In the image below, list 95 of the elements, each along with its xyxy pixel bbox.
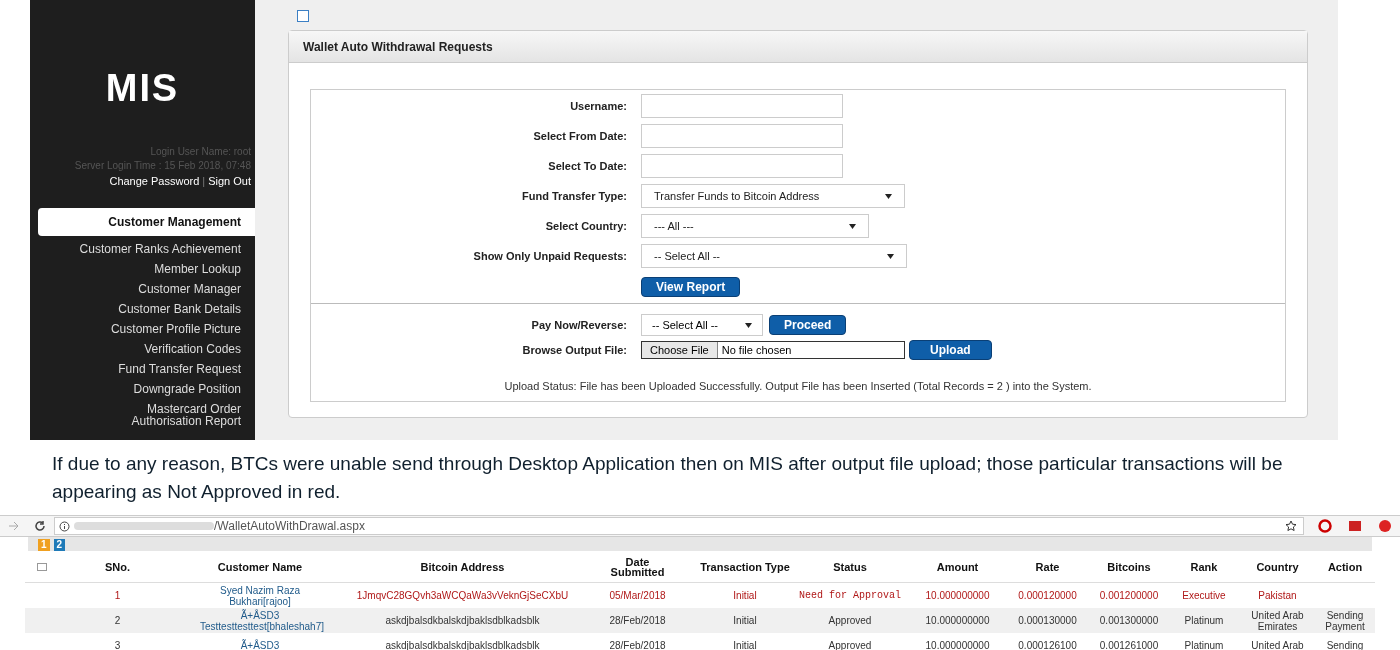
column-header: Rank — [1189, 561, 1219, 572]
sidebar-item[interactable]: Customer Manager — [38, 278, 255, 299]
field-label: Fund Transfer Type: — [521, 188, 627, 204]
checkbox[interactable] — [297, 10, 309, 22]
sidebar-item[interactable]: Mastercard Order Authorisation Report — [38, 398, 255, 431]
sidebar-item[interactable]: Customer Management — [38, 207, 255, 236]
field-label: Browse Output File: — [521, 342, 627, 358]
table-cell-text: 10.000000000 — [924, 640, 991, 650]
table-cell-text: Sending Payment — [1324, 609, 1366, 632]
table-cell-text: 2 — [113, 615, 122, 626]
column-header: Customer Name — [216, 561, 304, 572]
dropdown-arrow-icon — [887, 253, 894, 259]
extension-icon[interactable] — [1378, 519, 1392, 533]
table-cell-text: Syed Nazim Raza Bukhari[rajoo] — [219, 584, 301, 607]
column-header: Status — [832, 561, 868, 572]
column-header: Amount — [935, 561, 980, 572]
field-label: Select Country: — [544, 218, 627, 234]
table-cell-text: 0.001261000 — [1098, 640, 1160, 650]
table-cell-text: 28/Feb/2018 — [608, 640, 667, 650]
caption-text: If due to any reason, BTCs were unable send through Desktop Application then on MIS after output file upload; those particular transactions will be appearing as Not Approved in red. — [51, 452, 1284, 504]
table-cell-text: askdjbalsdkbalskdjbaklsdblkadsblk — [384, 615, 541, 626]
column-header: Date Submitted — [609, 556, 666, 577]
forward-arrow-icon[interactable] — [8, 521, 20, 531]
table-cell-text: 3 — [113, 640, 122, 650]
account-link[interactable]: Change Password — [109, 173, 200, 190]
dropdown[interactable]: -- Select All -- — [641, 314, 763, 336]
field-label: Select To Date: — [547, 158, 627, 174]
sidebar-item[interactable]: Fund Transfer Request — [38, 358, 255, 379]
sidebar-item[interactable]: Member Lookup — [38, 258, 255, 279]
dropdown-arrow-icon — [885, 193, 892, 199]
extension-icon[interactable] — [1348, 520, 1362, 532]
table-cell-text: United Arab — [1250, 640, 1305, 650]
table-cell-text: 10.000000000 — [924, 615, 991, 626]
column-header: SNo. — [103, 561, 132, 572]
sidebar-item[interactable]: Customer Ranks Achievement — [38, 238, 255, 259]
star-icon[interactable] — [1285, 520, 1297, 532]
reload-icon[interactable] — [34, 520, 46, 532]
account-link[interactable]: Sign Out — [208, 173, 251, 190]
table-cell-text: Executive — [1181, 590, 1227, 601]
table-cell-text: Initial — [732, 640, 758, 650]
dropdown-arrow-icon — [745, 322, 752, 328]
table-cell-text: 0.000126100 — [1017, 640, 1078, 650]
url-field[interactable]: /WalletAutoWithDrawal.aspx — [54, 517, 1304, 535]
field-label: Select From Date: — [532, 128, 627, 144]
dropdown[interactable]: Transfer Funds to Bitcoin Address — [641, 184, 905, 208]
field-label: Pay Now/Reverse: — [530, 317, 627, 333]
sidebar-item[interactable]: Customer Profile Picture — [38, 318, 255, 339]
column-header: Country — [1255, 561, 1300, 572]
table-cell-text: 10.000000000 — [924, 590, 991, 601]
extension-icon[interactable] — [1318, 519, 1332, 533]
file-input[interactable]: Choose File No file chosen — [641, 341, 905, 359]
field-label: Username: — [569, 98, 627, 114]
checkbox[interactable] — [37, 562, 47, 571]
table-cell-text: Need for Approval — [798, 590, 902, 601]
view-report-button[interactable]: View Report — [641, 277, 741, 297]
table-cell-text: Initial — [732, 590, 758, 601]
separator-text: | — [202, 174, 206, 189]
dropdown[interactable]: --- All --- — [641, 214, 869, 238]
table-cell-text: 1 — [113, 590, 122, 601]
table-cell-text: 0.001200000 — [1098, 590, 1160, 601]
table-cell-text: Platinum — [1183, 640, 1225, 650]
text-input[interactable] — [641, 154, 843, 178]
table-cell-text: 28/Feb/2018 — [608, 615, 667, 626]
logo-text: MIS — [105, 66, 180, 111]
column-header: Bitcoins — [1106, 561, 1152, 572]
sidebar-item[interactable]: Customer Bank Details — [38, 298, 255, 319]
proceed-button[interactable]: Proceed — [769, 315, 847, 335]
table-cell-text: 0.000130000 — [1017, 615, 1078, 626]
page-link[interactable]: 2 — [53, 539, 66, 551]
panel-title: Wallet Auto Withdrawal Requests — [289, 31, 1307, 63]
table-cell-text: Platinum — [1183, 615, 1225, 626]
column-header: Rate — [1034, 561, 1061, 572]
table-cell-text: 0.001300000 — [1098, 615, 1160, 626]
table-cell-text: Initial — [732, 615, 758, 626]
column-header: Transaction Type — [700, 561, 790, 572]
dropdown-arrow-icon — [849, 223, 856, 229]
info-icon — [59, 520, 70, 532]
table-cell-text: Ã+ÅSD3 — [239, 640, 281, 650]
table-cell-text: Approved — [827, 615, 873, 626]
sidebar-item[interactable]: Verification Codes — [38, 338, 255, 359]
table-cell-text: 05/Mar/2018 — [608, 590, 667, 601]
text-input[interactable] — [641, 124, 843, 148]
url-text: /WalletAutoWithDrawal.aspx — [214, 518, 365, 535]
table-cell-text: 0.000120000 — [1017, 590, 1078, 601]
table-cell-text: Pakistan — [1257, 590, 1298, 601]
text-input[interactable] — [641, 94, 843, 118]
column-header: Action — [1326, 561, 1364, 572]
upload-button[interactable]: Upload — [909, 340, 992, 360]
sidebar-item[interactable]: Downgrade Position — [38, 378, 255, 399]
dropdown[interactable]: -- Select All -- — [641, 244, 907, 268]
table-cell-text: 1JmqvC28GQvh3aWCQaWa3vVeknGjSeCXbU — [355, 590, 570, 601]
upload-status-text: Upload Status: File has been Uploaded Successfully. Output File has been Inserted (Total Records = 2 ) into the System. — [503, 379, 1093, 394]
table-cell-text: United Arab Emirates — [1250, 609, 1305, 632]
column-header: Bitcoin Address — [419, 561, 506, 572]
field-label: Show Only Unpaid Requests: — [472, 248, 627, 264]
